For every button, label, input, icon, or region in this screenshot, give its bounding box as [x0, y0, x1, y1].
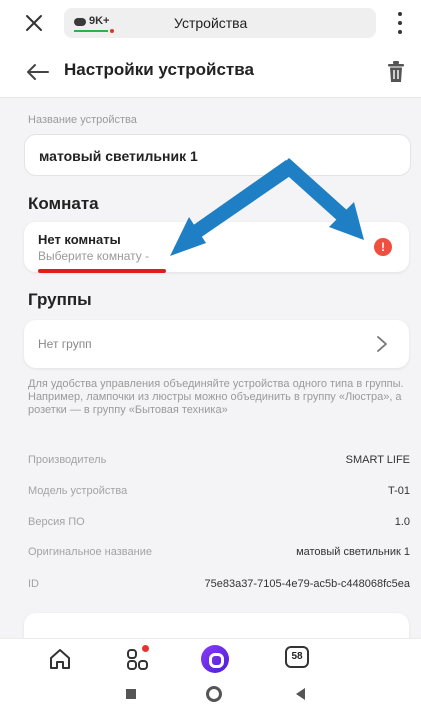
arrow-left-shaft: [192, 160, 296, 238]
bottom-nav: 58: [0, 638, 421, 678]
system-nav-bar: [0, 678, 421, 711]
more-vert-icon[interactable]: [392, 10, 408, 36]
page-header: Настройки устройства: [0, 46, 421, 98]
notification-dot: [142, 645, 149, 652]
apps-icon[interactable]: [124, 645, 152, 673]
trash-icon[interactable]: [386, 60, 406, 84]
tab-progress-bar: [74, 30, 108, 32]
page-title: Настройки устройства: [64, 60, 254, 79]
tab-count-badge: 9K+: [74, 14, 116, 33]
recents-icon[interactable]: [126, 689, 136, 699]
home-icon[interactable]: [46, 645, 74, 673]
home-circle-icon[interactable]: [206, 686, 222, 702]
browser-tab[interactable]: 9K+ Устройства: [64, 8, 376, 38]
annotation-arrows: [170, 158, 364, 256]
alice-icon[interactable]: [201, 645, 229, 673]
tab-count: 9K+: [89, 15, 110, 27]
chat-bubble-icon: [74, 18, 86, 26]
browser-top-bar: 9K+ Устройства: [0, 0, 421, 46]
back-arrow-icon[interactable]: [24, 60, 50, 84]
tab-alert-dot: [110, 29, 114, 33]
settings-content[interactable]: Название устройства матовый светильник 1…: [0, 98, 421, 638]
arrow-right-shaft: [279, 158, 349, 222]
close-icon[interactable]: [22, 11, 46, 35]
system-back-icon[interactable]: [296, 688, 305, 700]
tab-title: Устройства: [174, 15, 248, 31]
tabs-counter-icon[interactable]: 58: [285, 646, 309, 668]
